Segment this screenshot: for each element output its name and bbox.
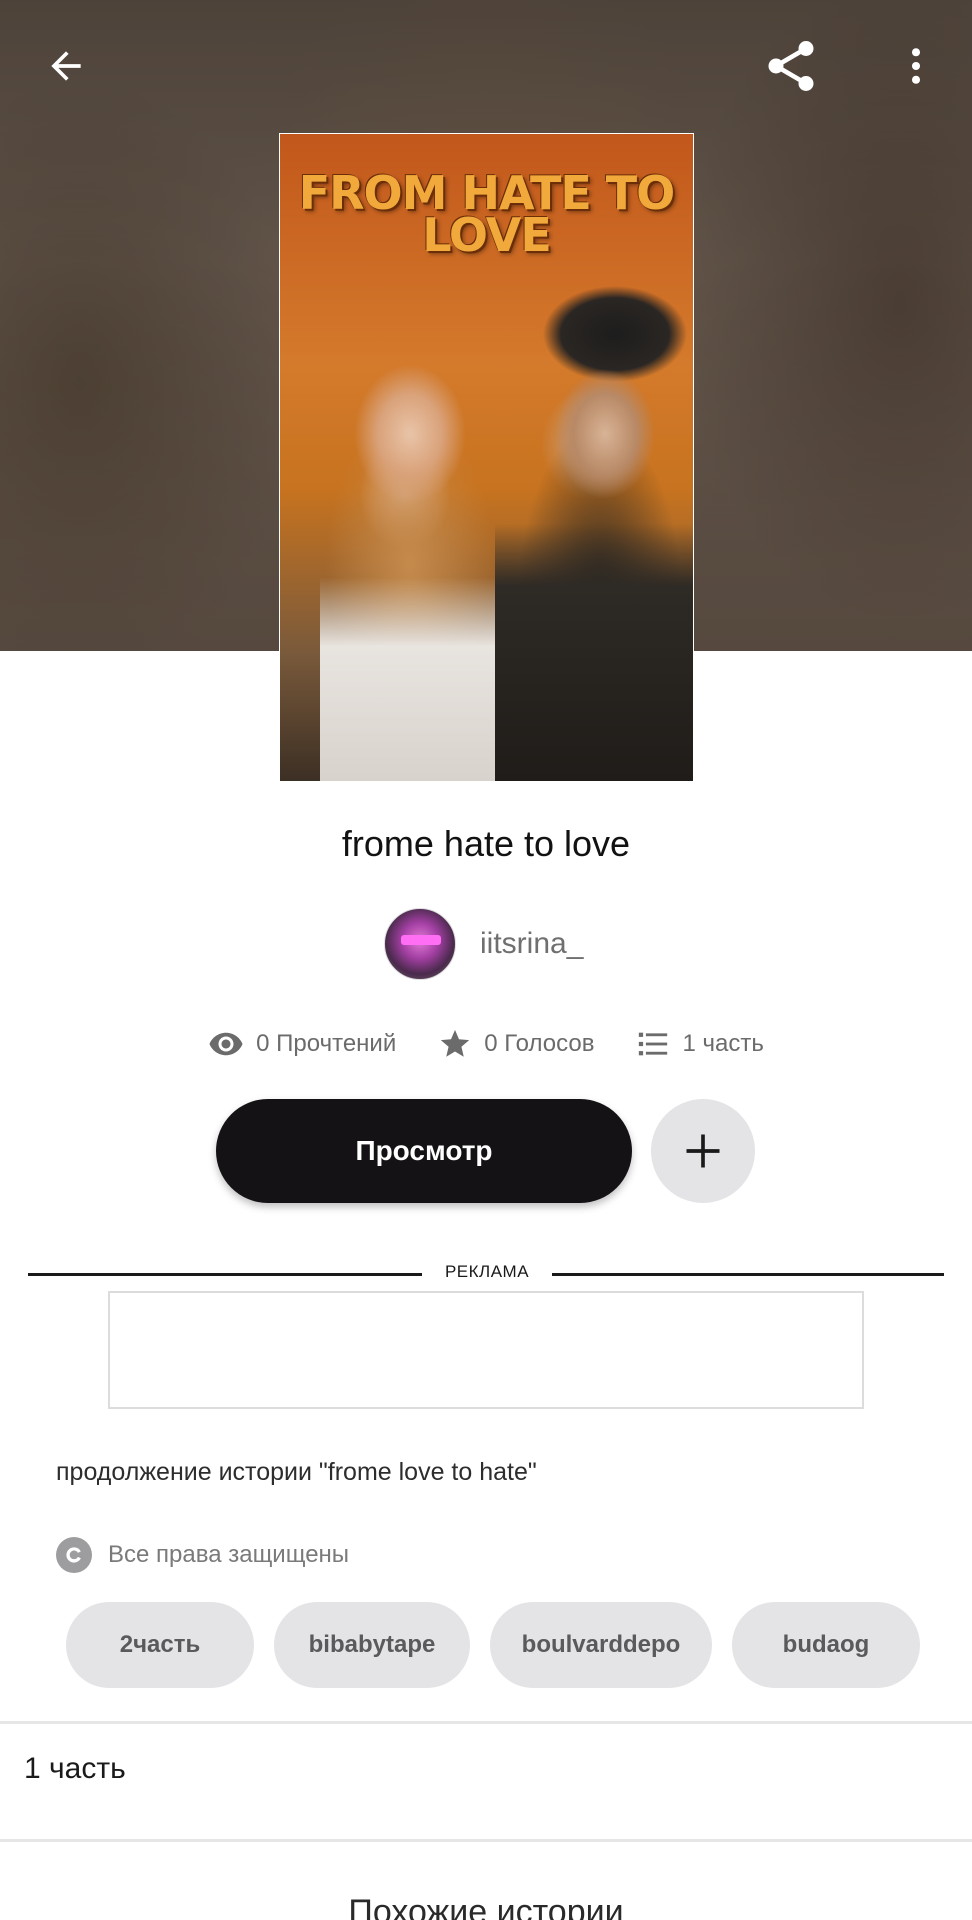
reads-count: 0 Прочтений	[256, 1030, 397, 1057]
share-icon	[768, 41, 814, 91]
section-divider	[0, 1721, 972, 1724]
ad-divider-right	[552, 1273, 944, 1276]
back-button[interactable]	[30, 30, 102, 102]
more-vertical-icon	[911, 48, 921, 84]
book-cover[interactable]: FROM HATE TO LOVE	[279, 133, 694, 782]
cover-title-text: FROM HATE TO LOVE	[298, 166, 676, 262]
section-divider	[0, 1839, 972, 1842]
plus-icon	[686, 1134, 720, 1168]
parts-stat: 1 часть	[636, 1026, 764, 1062]
tag-chip[interactable]: bibabytape	[274, 1602, 470, 1688]
ad-slot[interactable]	[108, 1291, 864, 1409]
copyright-notice: Все права защищены	[56, 1537, 349, 1573]
add-to-library-button[interactable]	[651, 1099, 755, 1203]
ad-label: РЕКЛАМА	[444, 1262, 530, 1281]
tag-chip[interactable]: 2часть	[66, 1602, 254, 1688]
read-button[interactable]: Просмотр	[216, 1099, 632, 1203]
reads-stat: 0 Прочтений	[208, 1026, 396, 1062]
tag-chip[interactable]: budaog	[732, 1602, 920, 1688]
more-options-button[interactable]	[880, 30, 952, 102]
author-name[interactable]: iitsrina_	[480, 927, 583, 961]
arrow-left-icon	[51, 51, 81, 81]
share-button[interactable]	[755, 30, 827, 102]
copyright-text: Все права защищены	[108, 1541, 350, 1568]
eye-icon	[209, 1032, 243, 1056]
star-icon	[441, 1029, 470, 1057]
story-title: frome hate to love	[341, 823, 631, 864]
table-of-contents-row[interactable]: 1 часть	[24, 1752, 126, 1786]
cover-figure-girl	[320, 324, 520, 781]
tag-chip[interactable]: boulvarddepo	[490, 1602, 712, 1688]
list-icon	[639, 1032, 668, 1056]
similar-stories-heading: Похожие истории	[348, 1893, 624, 1920]
tag-list: 2часть bibabytape boulvarddepo budaog	[66, 1602, 920, 1688]
ad-divider-left	[28, 1273, 422, 1276]
story-description: продолжение истории "frome love to hate"	[56, 1458, 537, 1486]
copyright-icon	[56, 1537, 92, 1573]
avatar[interactable]	[384, 908, 456, 980]
cover-figure-boy	[495, 264, 693, 781]
author-link[interactable]: iitsrina_	[384, 908, 583, 980]
votes-stat: 0 Голосов	[438, 1026, 594, 1062]
parts-count: 1 часть	[682, 1030, 764, 1057]
ad-header: РЕКЛАМА	[28, 1262, 944, 1284]
story-stats: 0 Прочтений 0 Голосов 1 часть	[0, 1026, 972, 1062]
votes-count: 0 Голосов	[484, 1030, 595, 1057]
